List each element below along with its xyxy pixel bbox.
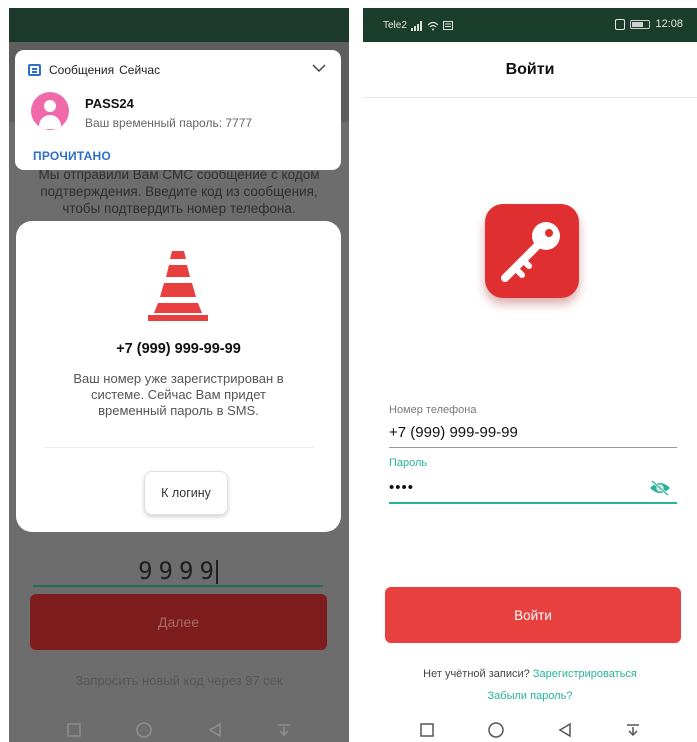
eye-toggle-icon[interactable] [649,480,671,496]
mark-read-button[interactable]: ПРОЧИТАНО [33,149,111,163]
dialog-message: Ваш номер уже зарегистрирован в системе.… [73,371,284,418]
notification-time: Сейчас [119,63,161,77]
nav-download-icon[interactable] [625,722,641,738]
left-phone-screen: Мы отправили Вам СМС сообщение с кодом п… [9,8,349,742]
registered-dialog: +7 (999) 999-99-99 Ваш номер уже зарегис… [16,221,341,532]
sms-code-value: 9999 [138,557,220,585]
notification-sender: PASS24 [85,96,134,111]
nav-download-icon[interactable] [276,722,292,738]
next-button[interactable]: Далее [30,594,327,650]
register-link[interactable]: Зарегистрироваться [533,668,637,680]
notification-header: Сообщения Сейчас [49,63,160,77]
nav-square-icon[interactable] [66,722,82,738]
page-title: Войти [363,42,697,98]
battery-icon [630,19,651,29]
register-row: Нет учётной записи? Зарегистрироваться [363,668,697,680]
phone-input[interactable]: +7 (999) 999-99-99 [389,424,518,441]
login-button[interactable]: Войти [385,587,681,643]
notification-app-name: Сообщения [49,63,115,77]
nav-square-icon[interactable] [419,722,435,738]
nav-circle-icon[interactable] [135,721,153,739]
carrier-name: Tele2 [383,20,407,31]
chevron-down-icon[interactable] [311,62,327,74]
forgot-password-link[interactable]: Забыли пароль? [488,690,573,702]
no-account-text: Нет учётной записи? [423,668,530,680]
messages-app-icon [28,64,41,76]
forgot-row: Забыли пароль? [363,690,697,702]
password-input-underline [389,502,677,504]
to-login-button[interactable]: К логину [144,471,228,515]
clock: 12:08 [655,18,683,30]
phone-input-underline [389,447,677,448]
nav-back-icon[interactable] [557,722,573,738]
text-caret [215,560,218,584]
dialog-phone-number: +7 (999) 999-99-99 [116,341,241,357]
android-nav-bar [9,710,349,742]
signal-icon [410,20,422,31]
resend-code-text: Запросить новый код через 97 сек [75,673,283,688]
right-phone-screen: Tele2 12:08 Войти Номер телефона +7 (999… [363,8,697,742]
nav-back-icon[interactable] [207,722,223,738]
nfc-icon [615,18,626,30]
key-logo-icon [485,204,579,298]
sms-code-input[interactable]: 9999 [33,557,323,587]
notification-text: Ваш временный пароль: 7777 [85,116,253,130]
sms-notification[interactable]: Сообщения Сейчас PASS24 Ваш временный пар… [15,50,341,170]
avatar-icon [31,92,69,130]
sms-instructions: Мы отправили Вам СМС сообщение с кодом п… [38,167,320,216]
traffic-cone-icon [148,251,208,321]
password-input[interactable]: •••• [389,479,414,496]
status-bar: Tele2 12:08 [363,8,697,42]
password-label: Пароль [389,457,428,469]
android-nav-bar [363,710,697,742]
nav-circle-icon[interactable] [487,721,505,739]
dialog-divider [44,447,314,448]
wifi-icon [427,21,439,30]
phone-label: Номер телефона [389,404,477,416]
message-status-icon [442,21,453,30]
status-bar [9,8,349,42]
